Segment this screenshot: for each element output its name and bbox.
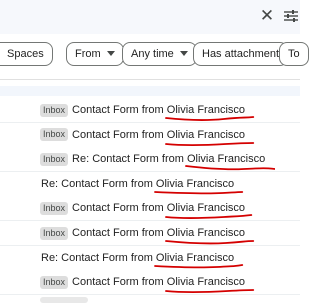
inbox-label-badge: Inbox [40,152,69,166]
divider [0,79,300,80]
sender-name-text: Olivia Francisco [186,153,266,166]
has-attachment-chip[interactable]: Has attachment [193,42,289,66]
spaces-chip[interactable]: Spaces [0,42,53,66]
from-chip[interactable]: From [66,42,124,66]
red-underline-annotation [164,289,254,294]
red-underline-annotation [154,263,244,268]
subject-text: Re: Contact Form from [41,177,156,190]
table-row[interactable]: Inbox Re: Contact Form from Olivia Franci… [0,147,300,173]
caret-down-icon [179,50,188,56]
sender-name: Olivia Francisco [164,202,252,220]
sender-name: Olivia Francisco [154,251,244,268]
table-row[interactable]: Inbox Contact Form from Olivia Francisco [0,270,300,296]
row-content: Inbox Contact Form from Olivia Francisco [40,221,254,245]
row-content: Inbox Contact Form from Olivia Francisco [40,98,254,122]
search-toolbar: ✕ [0,0,300,34]
subject-text: Contact Form from [72,104,167,116]
row-content: Inbox Contact Form from Olivia Francisco [40,270,254,294]
subject-text: Contact Form from [72,227,167,239]
inbox-label-badge: Inbox [40,128,69,142]
inbox-label-badge: Inbox [40,201,69,215]
table-row[interactable]: Inbox Contact Form from Olivia Francisco [0,221,300,246]
list-header-band [0,86,300,96]
subject-text: Re: Contact Form from [41,251,156,264]
inbox-label-badge: Inbox [40,103,69,117]
table-row[interactable]: Inbox Contact Form from Olivia Francisco [0,196,300,222]
sender-name-text: Olivia Francisco [166,276,246,289]
any-time-chip-label: Any time [131,48,174,60]
subject-text: Re: Contact Form from [72,153,187,166]
sender-name: Olivia Francisco [164,104,254,121]
subject-text: Contact Form from [72,276,167,289]
red-underline-annotation [164,116,254,121]
sender-name: Olivia Francisco [185,153,276,171]
row-content: Inbox Re: Contact Form from Olivia Franci… [40,147,276,171]
to-chip[interactable]: To [279,42,309,66]
sender-name-text: Olivia Francisco [155,251,235,264]
red-underline-annotation [164,240,254,245]
search-chips: Spaces From Any time Has attachment To [0,42,309,68]
table-row[interactable]: Inbox Contact Form from Olivia Francisco [0,122,300,148]
row-content: Inbox Contact Form from Olivia Francisco [40,196,252,220]
subject-text: Contact Form from [72,128,167,141]
table-row[interactable]: Re: Contact Form from Olivia Francisco [0,171,300,197]
sender-name: Olivia Francisco [164,128,254,146]
red-underline-annotation [154,190,244,195]
sender-name-text: Olivia Francisco [166,104,246,116]
subject-text: Contact Form from [72,202,167,215]
inbox-label-badge: Inbox [40,226,69,240]
red-underline-annotation [164,141,254,146]
sender-name: Olivia Francisco [154,177,244,195]
row-content: Re: Contact Form from Olivia Francisco [41,172,244,196]
close-icon[interactable]: ✕ [259,7,275,25]
row-content: Inbox Contact Form from Olivia Francisco [40,123,254,147]
partial-row-badge [40,297,88,303]
sender-name-text: Olivia Francisco [155,177,235,190]
red-underline-annotation [164,214,252,220]
sender-name-text: Olivia Francisco [166,227,246,239]
red-underline-annotation [185,165,276,171]
sender-name-text: Olivia Francisco [166,128,246,141]
has-attachment-chip-label: Has attachment [202,48,280,60]
caret-down-icon [106,50,115,56]
sender-name: Olivia Francisco [164,227,254,245]
table-row[interactable]: Inbox Contact Form from Olivia Francisco [0,98,300,123]
sender-name-text: Olivia Francisco [166,202,246,215]
to-chip-label: To [288,48,300,60]
any-time-chip[interactable]: Any time [122,42,197,66]
tune-icon[interactable] [283,8,299,24]
table-row[interactable]: Re: Contact Form from Olivia Francisco [0,245,300,271]
inbox-label-badge: Inbox [40,275,69,289]
sender-name: Olivia Francisco [164,276,254,294]
row-content: Re: Contact Form from Olivia Francisco [41,246,244,270]
from-chip-label: From [75,48,101,60]
spaces-chip-label: Spaces [7,48,44,60]
